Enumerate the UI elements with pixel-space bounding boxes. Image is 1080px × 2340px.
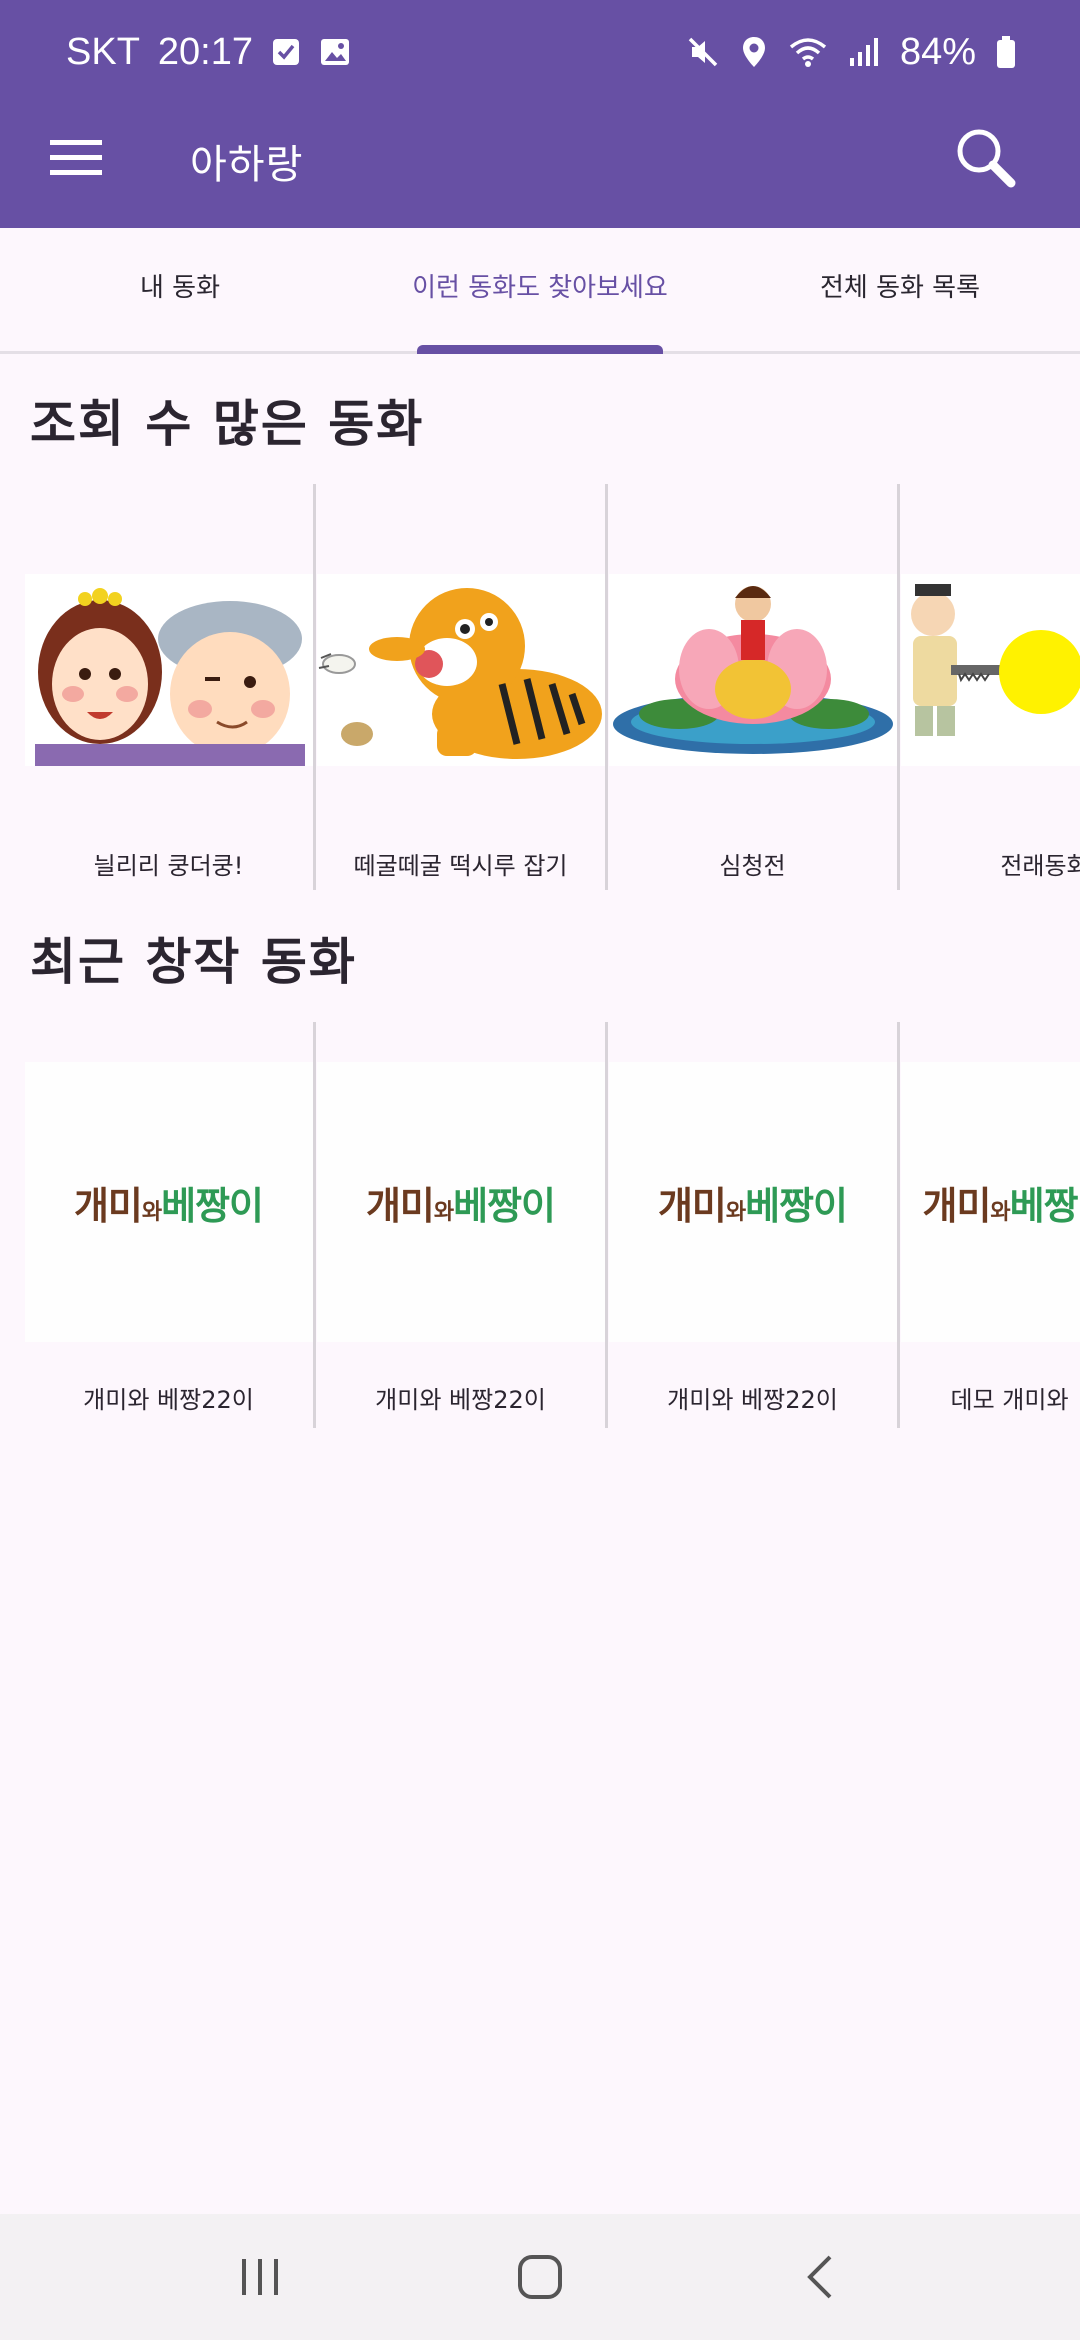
tab-discover[interactable]: 이런 동화도 찾아보세요 (360, 228, 720, 354)
story-title: 개미와 베짱22이 (667, 1386, 838, 1414)
story-title: 개미와 베짱22이 (83, 1386, 254, 1414)
story-logo: 개미와베짱이 (365, 1175, 556, 1230)
app-bar: 아하랑 (0, 104, 1080, 228)
tab-my-stories[interactable]: 내 동화 (0, 228, 360, 351)
story-thumbnail: 개미와베짱이 (24, 1062, 313, 1342)
story-thumbnail (608, 574, 897, 766)
search-icon (957, 129, 1016, 188)
battery-icon (996, 35, 1016, 69)
tab-label: 이런 동화도 찾아보세요 (412, 273, 668, 303)
signal-icon (848, 36, 880, 68)
story-card[interactable]: 전래동화 (900, 484, 1080, 890)
back-icon (807, 2255, 832, 2299)
home-button[interactable] (492, 2229, 588, 2325)
location-icon (740, 35, 768, 69)
story-card[interactable]: 개미와베짱이 데모 개미와 (900, 1022, 1080, 1428)
story-thumbnail (24, 574, 313, 766)
recent-section-title: 최근 창작 동화 (30, 933, 357, 991)
recent-apps-button[interactable] (212, 2229, 308, 2325)
story-thumbnail (316, 574, 605, 766)
logo-part: 베짱이 (745, 1183, 848, 1228)
logo-part: 베짱이 (453, 1183, 556, 1228)
story-title: 데모 개미와 (950, 1386, 1069, 1414)
logo-part: 와 (141, 1199, 162, 1225)
logo-part: 와 (725, 1199, 746, 1225)
story-title: 개미와 베짱22이 (375, 1386, 546, 1414)
story-title: 전래동화 (1000, 852, 1080, 880)
story-thumbnail (900, 574, 1080, 766)
battery-percent: 84% (899, 30, 976, 73)
tab-bar: 내 동화 이런 동화도 찾아보세요 전체 동화 목록 (0, 228, 1080, 354)
checkbox-icon (271, 37, 301, 67)
system-nav-bar (0, 2214, 1080, 2340)
story-card[interactable]: 개미와베짱이 개미와 베짱22이 (316, 1022, 608, 1428)
tab-label: 내 동화 (139, 273, 221, 303)
story-thumbnail: 개미와베짱이 (316, 1062, 605, 1342)
carrier: SKT (66, 30, 140, 73)
image-icon (319, 37, 351, 67)
story-thumbnail: 개미와베짱이 (608, 1062, 897, 1342)
story-title: 늴리리 쿵더쿵! (93, 852, 244, 880)
recent-story-list: 개미와베짱이 개미와 베짱22이 개미와베짱이 개미와 베짱22이 개미와베짱이… (24, 1022, 1080, 1428)
logo-part: 와 (433, 1199, 454, 1225)
status-bar: SKT 20:17 84% (0, 0, 1080, 104)
story-logo: 개미와베짱이 (657, 1175, 848, 1230)
clock: 20:17 (157, 30, 253, 73)
logo-part: 개미 (365, 1183, 435, 1228)
home-icon (518, 2255, 562, 2299)
tab-all-stories[interactable]: 전체 동화 목록 (720, 228, 1080, 351)
story-card[interactable]: 개미와베짱이 개미와 베짱22이 (608, 1022, 900, 1428)
story-logo: 개미와베짱이 (73, 1175, 264, 1230)
story-thumbnail: 개미와베짱이 (900, 1062, 1080, 1342)
popular-story-list: 늴리리 쿵더쿵! 떼굴떼굴 떡시루 잡기 심청전 전래동화 (24, 484, 1080, 890)
tab-indicator (417, 345, 663, 354)
story-title: 심청전 (719, 852, 786, 880)
search-button[interactable] (948, 120, 1024, 196)
logo-part: 개미 (657, 1183, 727, 1228)
story-logo: 개미와베짱이 (923, 1175, 1080, 1230)
wifi-icon (788, 35, 828, 69)
story-card[interactable]: 개미와베짱이 개미와 베짱22이 (24, 1022, 316, 1428)
mute-icon (686, 35, 720, 69)
logo-part: 개미 (73, 1183, 143, 1228)
logo-part: 베짱이 (1009, 1183, 1080, 1228)
story-card[interactable]: 떼굴떼굴 떡시루 잡기 (316, 484, 608, 890)
recent-apps-icon (242, 2259, 278, 2295)
story-card[interactable]: 심청전 (608, 484, 900, 890)
status-right: 84% (686, 31, 1016, 74)
logo-part: 개미 (922, 1183, 992, 1228)
menu-icon (50, 140, 102, 175)
status-left: SKT 20:17 (66, 31, 351, 74)
logo-part: 베짱이 (161, 1183, 264, 1228)
logo-part: 와 (990, 1199, 1010, 1225)
story-card[interactable]: 늴리리 쿵더쿵! (24, 484, 316, 890)
back-button[interactable] (772, 2229, 868, 2325)
popular-section-title: 조회 수 많은 동화 (30, 395, 425, 453)
menu-button[interactable] (40, 122, 112, 194)
story-title: 떼굴떼굴 떡시루 잡기 (353, 852, 568, 880)
tab-label: 전체 동화 목록 (819, 273, 981, 303)
app-title: 아하랑 (190, 142, 304, 188)
